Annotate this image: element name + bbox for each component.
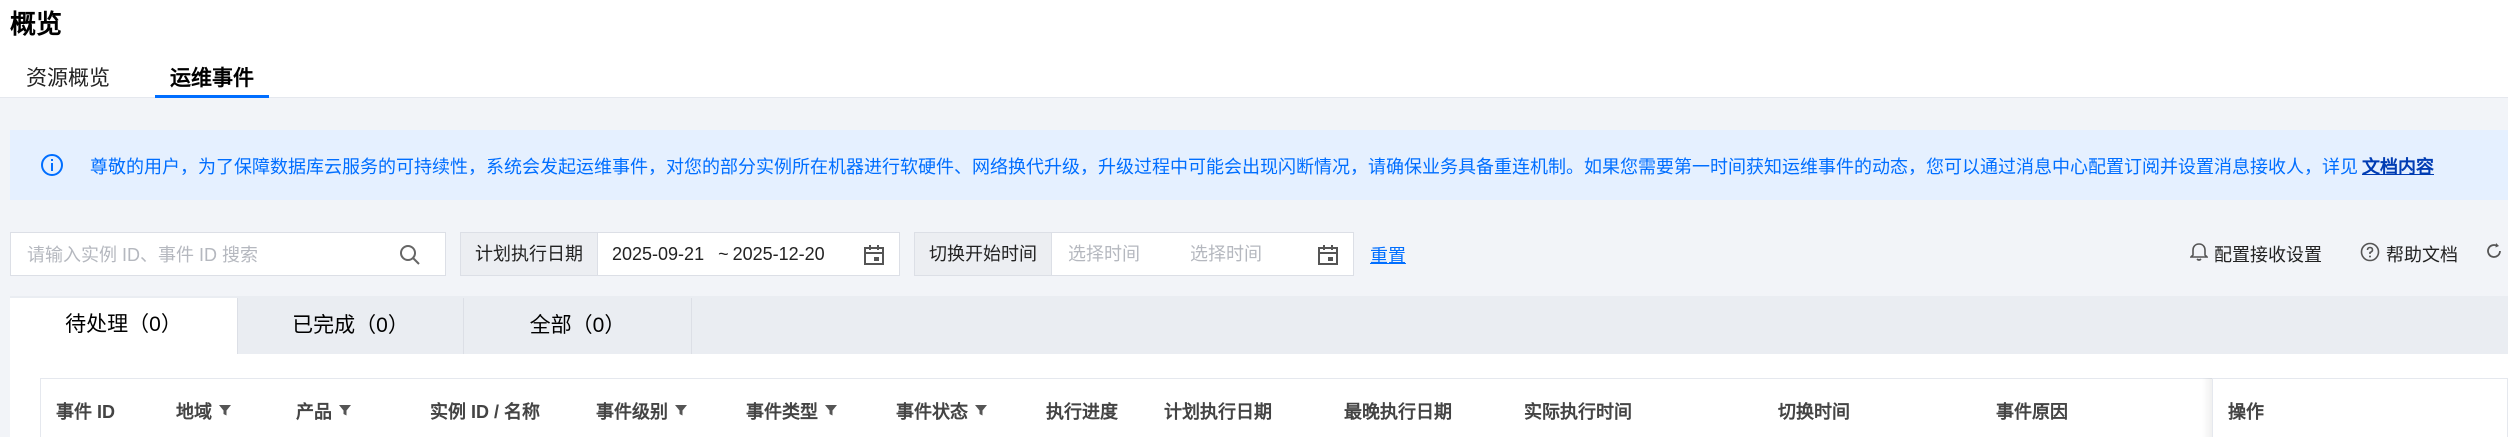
- column-header-label: 计划执行日期: [1164, 402, 1272, 422]
- help-docs-label: 帮助文档: [2386, 245, 2458, 265]
- filter-icon[interactable]: [674, 401, 688, 422]
- notice-banner: 尊敬的用户，为了保障数据库云服务的可持续性，系统会发起运维事件，对您的部分实例所…: [10, 130, 2508, 200]
- search-input[interactable]: [27, 243, 387, 267]
- help-icon: [2360, 242, 2380, 267]
- fixed-column-shadow: [2202, 378, 2212, 437]
- column-header: 最晚执行日期: [1344, 398, 1452, 424]
- page-header: [0, 0, 2508, 98]
- filter-icon[interactable]: [824, 401, 838, 422]
- plan-date-end[interactable]: 2025-12-20: [733, 233, 825, 275]
- column-header-label: 切换时间: [1778, 402, 1850, 422]
- switch-time-start[interactable]: 选择时间: [1068, 233, 1140, 275]
- column-header: 实例 ID / 名称: [430, 398, 540, 424]
- switch-time-label: 切换开始时间: [915, 233, 1052, 275]
- column-header[interactable]: 事件级别: [596, 398, 688, 424]
- column-header[interactable]: 产品: [296, 398, 352, 424]
- tab-all[interactable]: 全部（0）: [464, 298, 692, 354]
- help-docs-button[interactable]: 帮助文档: [2360, 241, 2458, 267]
- column-header: 执行进度: [1046, 398, 1118, 424]
- receive-settings-label: 配置接收设置: [2214, 245, 2322, 265]
- refresh-icon: [2484, 241, 2504, 266]
- bell-icon: [2189, 242, 2209, 267]
- plan-date-start[interactable]: 2025-09-21: [612, 233, 704, 275]
- column-header: 实际执行时间: [1524, 398, 1632, 424]
- column-header-label: 产品: [296, 402, 332, 422]
- fixed-column-divider: [2212, 378, 2213, 437]
- filter-icon[interactable]: [974, 401, 988, 422]
- filter-icon[interactable]: [338, 401, 352, 422]
- active-tab-indicator: [155, 95, 269, 98]
- column-header-label: 事件状态: [896, 402, 968, 422]
- column-header-label: 实际执行时间: [1524, 402, 1632, 422]
- doc-link[interactable]: 文档内容: [2362, 157, 2434, 177]
- column-header-label: 事件 ID: [56, 402, 116, 422]
- reset-button[interactable]: 重置: [1370, 242, 1406, 268]
- receive-settings-button[interactable]: 配置接收设置: [2189, 241, 2322, 267]
- column-header-label: 最晚执行日期: [1344, 402, 1452, 422]
- switch-time-filter[interactable]: 切换开始时间 选择时间 选择时间: [914, 232, 1354, 276]
- filter-icon[interactable]: [218, 401, 232, 422]
- refresh-button[interactable]: [2484, 241, 2504, 266]
- plan-date-filter[interactable]: 计划执行日期 2025-09-21 ~ 2025-12-20: [460, 232, 900, 276]
- notice-message: 尊敬的用户，为了保障数据库云服务的可持续性，系统会发起运维事件，对您的部分实例所…: [90, 157, 2358, 177]
- calendar-icon[interactable]: [1317, 244, 1339, 266]
- column-header-label: 操作: [2228, 402, 2264, 422]
- search-box: [10, 232, 446, 276]
- column-header: 操作: [2228, 398, 2264, 424]
- tab-pending[interactable]: 待处理（0）: [10, 298, 238, 354]
- column-header-label: 执行进度: [1046, 402, 1118, 422]
- plan-date-label: 计划执行日期: [461, 233, 598, 275]
- table-header: [40, 378, 2508, 437]
- column-header-label: 事件原因: [1996, 402, 2068, 422]
- column-header-label: 事件级别: [596, 402, 668, 422]
- tab-resource-overview[interactable]: 资源概览: [26, 62, 110, 100]
- notice-text: 尊敬的用户，为了保障数据库云服务的可持续性，系统会发起运维事件，对您的部分实例所…: [90, 153, 2434, 179]
- tab-completed[interactable]: 已完成（0）: [238, 298, 464, 354]
- column-header: 计划执行日期: [1164, 398, 1272, 424]
- plan-date-sep: ~: [718, 244, 729, 264]
- column-header: 切换时间: [1778, 398, 1850, 424]
- calendar-icon[interactable]: [863, 244, 885, 266]
- page-title: 概览: [10, 9, 63, 39]
- switch-time-end[interactable]: 选择时间: [1190, 233, 1262, 275]
- search-icon[interactable]: [399, 244, 421, 266]
- column-header-label: 地域: [176, 402, 212, 422]
- column-header[interactable]: 地域: [176, 398, 232, 424]
- column-header: 事件 ID: [56, 398, 115, 424]
- info-icon: [40, 153, 64, 177]
- column-header: 事件原因: [1996, 398, 2068, 424]
- column-header-label: 事件类型: [746, 402, 818, 422]
- column-header-label: 实例 ID / 名称: [430, 402, 541, 422]
- column-header[interactable]: 事件状态: [896, 398, 988, 424]
- column-header[interactable]: 事件类型: [746, 398, 838, 424]
